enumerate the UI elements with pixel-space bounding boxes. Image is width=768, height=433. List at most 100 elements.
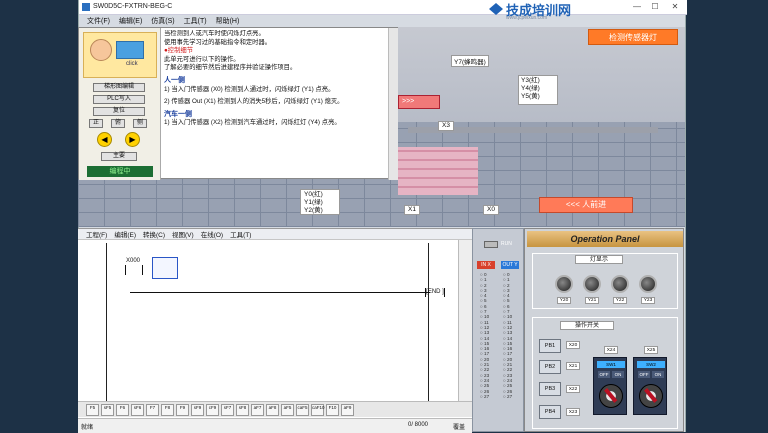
run-led xyxy=(484,241,498,248)
fkey-button[interactable]: F5 xyxy=(86,403,99,416)
pb-input-label: X23 xyxy=(566,408,580,416)
help-panel: click 梯形图编辑 PLC写入 复位 正 俯 侧 ◀ ▶ 主要 编程中 当检… xyxy=(78,27,398,180)
pedestrian-light-labels: Y0(红) Y1(绿) Y2(黄) xyxy=(300,189,340,215)
fkey-button[interactable]: F8 xyxy=(161,403,174,416)
help-line: 2) 传感器 Out (X1) 检测到人的消失5秒后，闪烁绿灯 (Y1) 熄灭。 xyxy=(164,98,344,106)
status-bar: 就绪 0/ 8000 覆盖 xyxy=(78,418,472,433)
fkey-button[interactable]: sF8 xyxy=(236,403,249,416)
editor-menu-project[interactable]: 工程(F) xyxy=(86,229,107,239)
crosswalk xyxy=(398,147,478,195)
sensor-x1-label: X1 xyxy=(404,205,420,215)
editor-menu-online[interactable]: 在线(O) xyxy=(201,229,223,239)
menu-bar: 文件(F) 编辑(E) 仿真(S) 工具(T) 帮助(H) xyxy=(79,15,399,27)
fkey-button[interactable]: cF9 xyxy=(206,403,219,416)
rotary-knob-icon[interactable] xyxy=(639,384,663,408)
fkey-button[interactable]: sF6 xyxy=(131,403,144,416)
help-line: 1) 当入门传感器 (X2) 检测到汽车通过时，闪烁红灯 (Y4) 点亮。 xyxy=(164,119,341,127)
help-line: 使用事先学习过的基础指令和定时器。 xyxy=(164,38,272,46)
lamp-label: Y22 xyxy=(613,297,627,304)
fkey-button[interactable]: aF7 xyxy=(251,403,264,416)
buzzer-label: Y7(蜂鸣器) xyxy=(451,55,489,67)
control-sidebar: click 梯形图编辑 PLC写入 复位 正 俯 侧 ◀ ▶ 主要 编程中 xyxy=(79,28,161,180)
fkey-button[interactable]: sF7 xyxy=(221,403,234,416)
contact-label: X000 xyxy=(126,258,141,264)
title-bar: SW0D5C-FXTRN-BEG-C 技成培训网 www.jcpeixun.co… xyxy=(79,0,687,21)
editor-menu-edit[interactable]: 编辑(E) xyxy=(114,229,136,239)
maximize-button[interactable]: ☐ xyxy=(647,2,663,11)
home-button[interactable]: 主要 xyxy=(101,152,137,161)
sensor-x3-label: X3 xyxy=(438,121,454,131)
person-walk-button[interactable]: <<< 人前进 xyxy=(539,197,633,213)
help-scrollbar[interactable] xyxy=(388,28,398,180)
tutor-avatar[interactable]: click xyxy=(83,32,157,78)
pb1-button[interactable]: PB1 xyxy=(539,339,561,353)
fkey-button[interactable]: F9 xyxy=(176,403,189,416)
sw1-selector[interactable]: SW1 OFF ON xyxy=(593,357,627,415)
lamp-y22-icon xyxy=(611,275,629,293)
editor-menu-view[interactable]: 视图(V) xyxy=(172,229,194,239)
edit-cursor[interactable] xyxy=(152,257,178,279)
menu-file[interactable]: 文件(F) xyxy=(87,16,110,26)
ladder-editor: 工程(F) 编辑(E) 转换(C) 视图(V) 在线(O) 工具(T) X000… xyxy=(78,228,472,433)
car-direction-sign: >>> xyxy=(398,95,440,109)
fkey-button[interactable]: aF5 xyxy=(281,403,294,416)
menu-edit[interactable]: 编辑(E) xyxy=(119,16,142,26)
end-instruction[interactable]: [END ] xyxy=(425,288,445,297)
fkey-button[interactable]: F7 xyxy=(146,403,159,416)
plc-write-button[interactable]: PLC写入 xyxy=(93,95,145,104)
operation-panel: Operation Panel 灯显示 Y20 Y21 Y22 Y23 操作开关… xyxy=(524,228,684,432)
simulation-3d-view: click 梯形图编辑 PLC写入 复位 正 俯 侧 ◀ ▶ 主要 编程中 当检… xyxy=(78,27,685,227)
editor-menu-tools[interactable]: 工具(T) xyxy=(230,229,251,239)
arrow-left-icon[interactable]: ◀ xyxy=(97,132,112,147)
fkey-button[interactable]: sF9 xyxy=(191,403,204,416)
scene-title: 检测传感器灯 xyxy=(588,29,678,45)
traffic-light-labels: Y3(红) Y4(绿) Y5(黄) xyxy=(518,75,558,105)
menu-help[interactable]: 帮助(H) xyxy=(216,16,240,26)
fkey-button[interactable]: F6 xyxy=(116,403,129,416)
ladder-canvas[interactable]: X000 [END ] xyxy=(100,243,445,403)
menu-simulate[interactable]: 仿真(S) xyxy=(151,16,174,26)
lamp-label: Y21 xyxy=(585,297,599,304)
rotary-knob-icon[interactable] xyxy=(599,384,623,408)
fkey-button[interactable]: caF5 xyxy=(296,403,309,416)
sensor-x0-label: X0 xyxy=(483,205,499,215)
arrow-right-icon[interactable]: ▶ xyxy=(125,132,140,147)
ladder-edit-button[interactable]: 梯形图编辑 xyxy=(93,83,145,92)
pb2-button[interactable]: PB2 xyxy=(539,360,561,374)
view-top-button[interactable]: 俯 xyxy=(111,119,125,128)
contact-symbol[interactable] xyxy=(125,265,143,275)
output-list: ○ 0 ○ 1 ○ 2 ○ 3 ○ 4 ○ 5 ○ 6 ○ 7 ○ 10 ○ 11 ○ 12 ○ 13… xyxy=(503,272,523,399)
sw-input-label: X25 xyxy=(644,346,658,354)
pb3-button[interactable]: PB3 xyxy=(539,382,561,396)
switch-header: 操作开关 xyxy=(560,321,614,330)
editor-menu-convert[interactable]: 转换(C) xyxy=(143,229,165,239)
lamp-header: 灯显示 xyxy=(575,255,623,264)
minimize-button[interactable]: — xyxy=(629,2,645,11)
help-text: 当检测到人或汽车时使闪烁灯点亮。 使用事先学习过的基础指令和定时器。 ●控制细节… xyxy=(164,30,394,178)
io-point: ○ 27 xyxy=(503,393,513,399)
face-icon xyxy=(90,39,112,61)
fkey-button[interactable]: F10 xyxy=(326,403,339,416)
book-icon xyxy=(116,41,144,59)
status-ready: 就绪 xyxy=(81,425,94,431)
view-side-button[interactable]: 侧 xyxy=(133,119,147,128)
pb4-button[interactable]: PB4 xyxy=(539,405,561,419)
sw2-selector[interactable]: SW2 OFF ON xyxy=(633,357,667,415)
input-list: ○ 0 ○ 1 ○ 2 ○ 3 ○ 4 ○ 5 ○ 6 ○ 7 ○ 10 ○ 11 ○ 12 ○ 13… xyxy=(480,272,500,399)
brand-logo: 技成培训网 www.jcpeixun.com xyxy=(489,0,571,21)
fkey-button[interactable]: aF8 xyxy=(266,403,279,416)
lamp-y21-icon xyxy=(583,275,601,293)
editor-scrollbar[interactable] xyxy=(458,240,472,402)
pb-input-label: X21 xyxy=(566,362,580,370)
fkey-button[interactable]: sF5 xyxy=(101,403,114,416)
window-title: SW0D5C-FXTRN-BEG-C xyxy=(93,3,173,10)
function-key-bar: F5 sF5 F6 sF6 F7 F8 F9 sF9 cF9 sF7 sF8 a… xyxy=(78,401,472,417)
menu-tools[interactable]: 工具(T) xyxy=(184,16,207,26)
close-button[interactable]: ✕ xyxy=(667,2,683,11)
reset-button[interactable]: 复位 xyxy=(93,107,145,116)
run-label: RUN xyxy=(501,241,512,247)
view-front-button[interactable]: 正 xyxy=(89,119,103,128)
fkey-button[interactable]: caF10 xyxy=(311,403,325,416)
fkey-button[interactable]: aF9 xyxy=(341,403,354,416)
app-icon xyxy=(82,3,90,11)
